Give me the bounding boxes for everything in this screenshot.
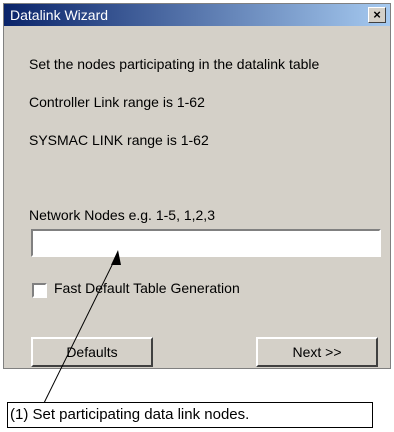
callout-arrow — [43, 250, 121, 404]
callout-box: (1) Set participating data link nodes. — [7, 402, 373, 428]
arrow-head-icon — [111, 250, 121, 265]
